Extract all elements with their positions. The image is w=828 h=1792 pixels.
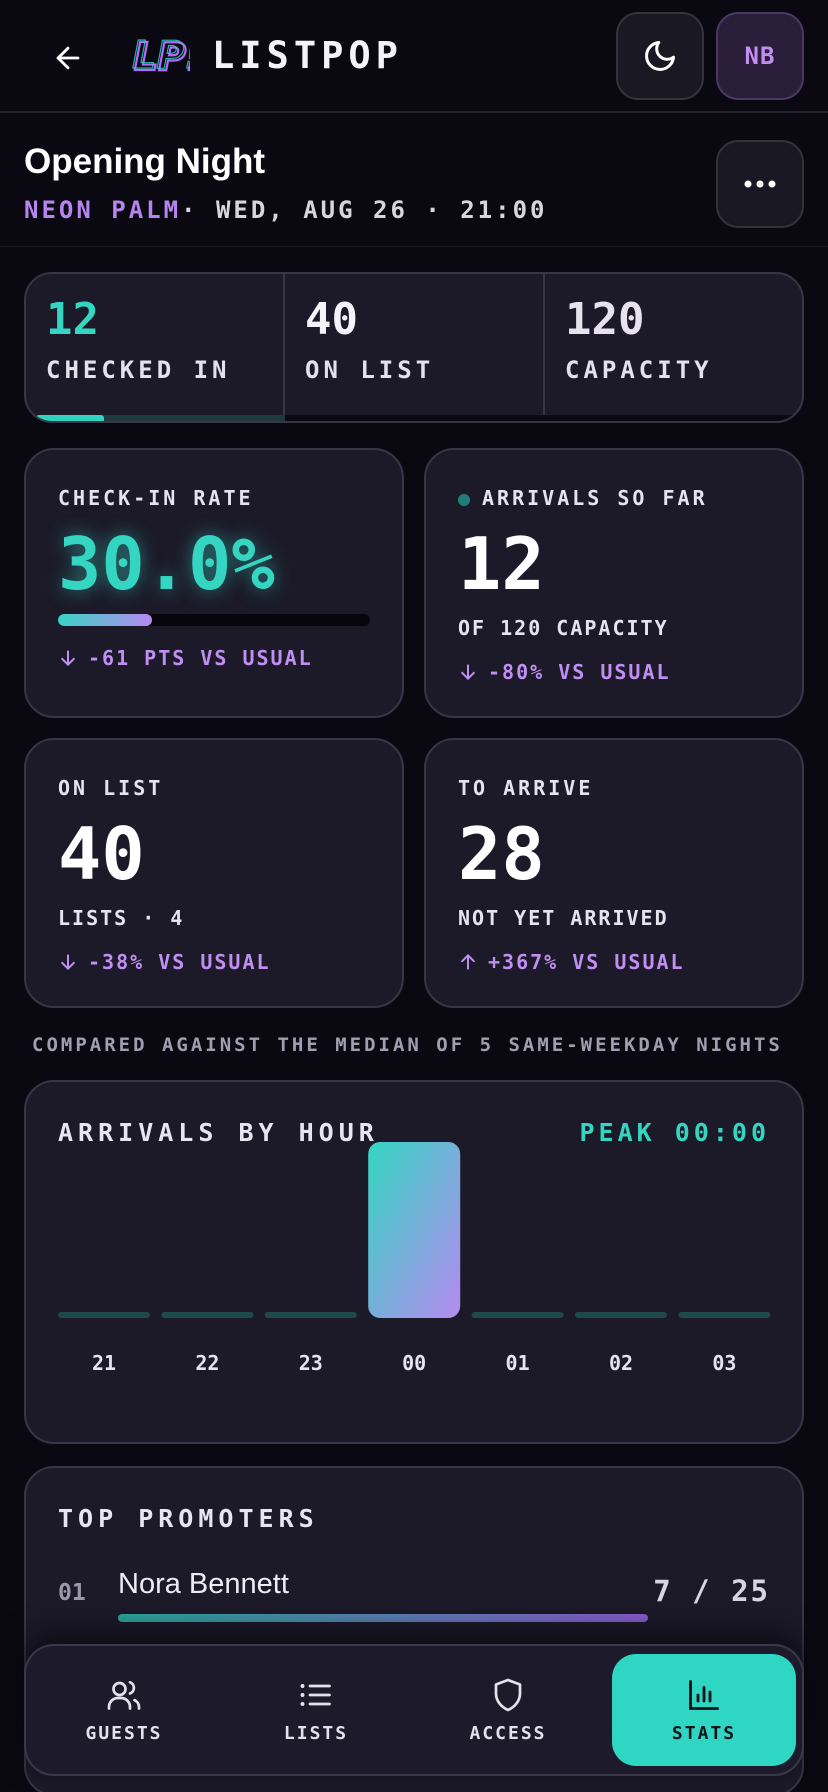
arrivals-chart: 21 22 23 00 01 02 03: [58, 1142, 771, 1375]
chart-tick-label: 22: [195, 1351, 219, 1375]
arrow-down-icon: [461, 664, 475, 680]
chart-tick-label: 01: [506, 1351, 530, 1375]
arrivals-label-row: ARRIVALS SO FAR: [458, 486, 708, 510]
arrivals-card: ARRIVALS SO FAR 12 OF 120 CAPACITY -80% …: [424, 448, 804, 718]
chart-tick-label: 21: [92, 1351, 116, 1375]
nav-lists[interactable]: LISTS: [224, 1654, 408, 1766]
check-in-rate-track: [58, 614, 370, 626]
chart-bar: [678, 1312, 771, 1318]
check-in-rate-label: CHECK-IN RATE: [58, 486, 254, 510]
promoter-rank: 01: [58, 1580, 86, 1606]
theme-toggle-button[interactable]: [616, 12, 704, 100]
promoter-progress-bar: [118, 1614, 648, 1622]
summary-capacity: 120 CAPACITY: [545, 274, 802, 415]
brand-name: LISTPOP: [212, 34, 403, 77]
arrivals-value: 12: [458, 522, 545, 606]
to-arrive-value: 28: [458, 812, 545, 896]
bottom-nav: GUESTS LISTS ACCESS STATS: [24, 1644, 804, 1776]
nav-guests[interactable]: GUESTS: [32, 1654, 216, 1766]
arrow-down-icon: [61, 650, 75, 666]
to-arrive-delta: +367% VS USUAL: [458, 950, 685, 974]
venue-name: NEON PALM: [24, 196, 182, 224]
shield-icon: [494, 1678, 522, 1711]
chart-tick-label: 03: [712, 1351, 736, 1375]
back-button[interactable]: [44, 34, 92, 82]
list-icon: [300, 1683, 331, 1706]
to-arrive-card: TO ARRIVE 28 NOT YET ARRIVED +367% VS US…: [424, 738, 804, 1008]
event-datetime: · WED, AUG 26 · 21:00: [181, 196, 548, 224]
app-header: LP! LP! LISTPOP NB: [0, 0, 828, 113]
to-arrive-sub: NOT YET ARRIVED: [458, 906, 669, 930]
chart-bar: [161, 1312, 254, 1318]
arrivals-label: ARRIVALS SO FAR: [482, 486, 708, 510]
check-in-rate-fill: [58, 614, 152, 626]
moon-icon: [645, 41, 675, 71]
checked-in-label: CHECKED IN: [46, 356, 231, 384]
nav-label: GUESTS: [85, 1722, 163, 1744]
page-title: Opening Night: [24, 142, 266, 181]
to-arrive-label: TO ARRIVE: [458, 776, 594, 800]
users-icon: [107, 1680, 141, 1710]
chart-bar: [575, 1312, 667, 1318]
nav-stats[interactable]: STATS: [612, 1654, 796, 1766]
arrow-left-icon: [56, 46, 80, 70]
summary-checked-in: 12 CHECKED IN: [26, 274, 285, 415]
chart-tick-label: 00: [402, 1351, 426, 1375]
checked-in-count: 12: [46, 294, 99, 345]
summary-strip: 12 CHECKED IN 40 ON LIST 120 CAPACITY: [24, 272, 804, 423]
arrow-down-icon: [61, 954, 75, 970]
avatar[interactable]: NB: [716, 12, 804, 100]
delta-text: -61 PTS VS USUAL: [88, 646, 313, 670]
on-list-card-label: ON LIST: [58, 776, 164, 800]
nav-label: STATS: [671, 1722, 737, 1744]
on-list-count: 40: [305, 294, 358, 345]
on-list-card: ON LIST 40 LISTS · 4 -38% VS USUAL: [24, 738, 404, 1008]
delta-text: +367% VS USUAL: [488, 950, 685, 974]
chart-bar: [368, 1142, 461, 1318]
status-dot: [458, 493, 470, 506]
summary-on-list: 40 ON LIST: [285, 274, 544, 415]
arrivals-delta: -80% VS USUAL: [458, 660, 671, 684]
chart-bar: [264, 1312, 357, 1318]
promoter-count: 7 / 25: [653, 1574, 770, 1608]
arrivals-chart-card: ARRIVALS BY HOUR PEAK 00:00 21 22 23 00 01 02…: [24, 1080, 804, 1444]
on-list-card-sub: LISTS · 4: [58, 906, 185, 930]
divider: [0, 246, 828, 247]
check-in-rate-card: CHECK-IN RATE 30.0% -61 PTS VS USUAL: [24, 448, 404, 718]
nav-access[interactable]: ACCESS: [416, 1654, 600, 1766]
arrivals-sub: OF 120 CAPACITY: [458, 616, 669, 640]
bar-chart-icon: [689, 1679, 719, 1710]
chart-bar: [471, 1312, 564, 1318]
listpop-logo: LP! LP!: [131, 30, 204, 80]
on-list-label: ON LIST: [305, 356, 435, 384]
event-subtitle: NEON PALM· WED, AUG 26 · 21:00: [24, 196, 547, 224]
chart-bar: [58, 1312, 150, 1318]
arrow-up-icon: [461, 954, 475, 970]
capacity-count: 120: [565, 294, 645, 345]
check-in-rate-delta: -61 PTS VS USUAL: [58, 646, 313, 670]
more-options-button[interactable]: [716, 140, 804, 228]
chart-tick-label: 23: [299, 1351, 323, 1375]
check-in-rate-value: 30.0%: [58, 522, 275, 606]
comparison-footnote: COMPARED AGAINST THE MEDIAN OF 5 SAME-WE…: [32, 1034, 783, 1056]
checked-in-fill: [36, 415, 104, 421]
ellipsis-icon: [744, 180, 776, 188]
delta-text: -80% VS USUAL: [488, 660, 671, 684]
chart-tick-label: 02: [609, 1351, 633, 1375]
promoter-name: Nora Bennett: [118, 1568, 289, 1600]
on-list-card-delta: -38% VS USUAL: [58, 950, 271, 974]
on-list-card-value: 40: [58, 812, 145, 896]
svg-text:LP!: LP!: [132, 33, 190, 77]
nav-label: LISTS: [283, 1722, 349, 1744]
delta-text: -38% VS USUAL: [88, 950, 271, 974]
capacity-label: CAPACITY: [565, 356, 713, 384]
promoters-title: TOP PROMOTERS: [58, 1504, 319, 1533]
nav-label: ACCESS: [469, 1722, 547, 1744]
